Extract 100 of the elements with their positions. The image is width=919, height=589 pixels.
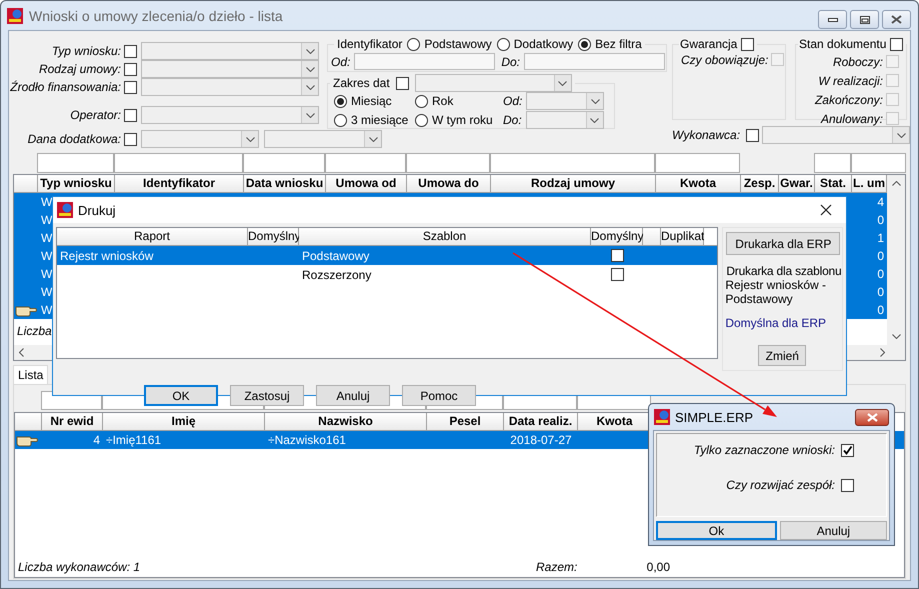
table-cell-text: 1 bbox=[877, 230, 884, 247]
button[interactable]: OK bbox=[144, 385, 218, 406]
filter-field[interactable] bbox=[114, 153, 243, 173]
chevron-icon bbox=[306, 112, 314, 118]
field-label: Do: bbox=[503, 113, 522, 127]
dialog-title: SIMPLE.ERP bbox=[675, 410, 754, 424]
table-cell-text: 0 bbox=[877, 284, 884, 301]
column-header[interactable]: Identyfikator bbox=[115, 175, 244, 193]
minimize-icon bbox=[828, 18, 838, 22]
dropdown-field[interactable] bbox=[526, 92, 604, 110]
column-header[interactable]: L. um bbox=[852, 175, 887, 193]
dropdown-field[interactable] bbox=[141, 60, 319, 78]
dropdown-field[interactable] bbox=[141, 106, 319, 124]
column-header[interactable]: Raport bbox=[57, 228, 248, 246]
dropdown-field[interactable] bbox=[762, 126, 910, 144]
filter-field[interactable] bbox=[655, 153, 740, 173]
column-header[interactable]: Umowa od bbox=[326, 175, 407, 193]
checkbox[interactable] bbox=[610, 249, 624, 262]
checkbox[interactable] bbox=[124, 44, 137, 58]
button[interactable]: Anuluj bbox=[780, 521, 887, 540]
minimize-button[interactable] bbox=[818, 10, 847, 29]
dropdown-field[interactable] bbox=[526, 111, 604, 129]
column-header[interactable]: Umowa do bbox=[407, 175, 491, 193]
column-header[interactable]: Imię bbox=[103, 413, 265, 431]
dropdown-field[interactable] bbox=[141, 42, 319, 60]
filter-field[interactable] bbox=[37, 153, 114, 173]
column-header[interactable]: Zesp. bbox=[741, 175, 779, 193]
option-label: W realizacji: bbox=[818, 74, 883, 88]
total-label: Razem: bbox=[536, 560, 578, 574]
tab[interactable]: Lista bbox=[13, 365, 48, 384]
scrollbar[interactable] bbox=[887, 175, 905, 345]
radio-button[interactable] bbox=[578, 38, 592, 50]
filter-label: Wykonawca: bbox=[672, 128, 740, 142]
radio-button[interactable] bbox=[407, 38, 420, 50]
dropdown-field[interactable] bbox=[414, 74, 572, 92]
column-header[interactable]: Data realiz. bbox=[504, 413, 578, 431]
checkbox[interactable] bbox=[841, 444, 854, 456]
filter-field[interactable] bbox=[814, 153, 851, 173]
column-header[interactable]: Domyślny bbox=[248, 228, 299, 246]
filter-field[interactable] bbox=[325, 153, 406, 173]
checkbox[interactable] bbox=[741, 38, 754, 50]
checkbox[interactable] bbox=[124, 132, 137, 146]
radio-label: 3 miesiące bbox=[351, 113, 408, 127]
button[interactable]: Drukarka dla ERP bbox=[726, 232, 840, 255]
checkbox[interactable] bbox=[746, 128, 760, 142]
button[interactable]: Pomoc bbox=[402, 385, 476, 406]
column-header[interactable]: Rodzaj umowy bbox=[491, 175, 656, 193]
radio-button[interactable] bbox=[496, 38, 510, 50]
dropdown-field[interactable] bbox=[264, 130, 382, 148]
filter-field[interactable] bbox=[243, 153, 325, 173]
column-header[interactable]: Nr ewid bbox=[42, 413, 103, 431]
filter-label: Rodzaj umowy: bbox=[38, 62, 121, 76]
table-row[interactable]: Rozszerzony bbox=[57, 265, 718, 284]
app-icon bbox=[7, 8, 23, 24]
radio-button[interactable] bbox=[415, 114, 428, 126]
button[interactable]: Zastosuj bbox=[230, 385, 304, 406]
radio-button[interactable] bbox=[334, 94, 347, 108]
option-label: Anulowany: bbox=[820, 112, 883, 126]
dropdown-field[interactable] bbox=[141, 130, 259, 148]
maximize-icon bbox=[860, 16, 870, 24]
checkbox[interactable] bbox=[890, 38, 904, 50]
button[interactable]: Anuluj bbox=[316, 385, 390, 406]
checkbox[interactable] bbox=[124, 62, 137, 76]
column-header[interactable]: Nazwisko bbox=[265, 413, 427, 431]
column-header[interactable]: Data wniosku bbox=[244, 175, 326, 193]
filter-field[interactable] bbox=[406, 153, 490, 173]
table-cell-text: 4 bbox=[93, 432, 100, 449]
column-header[interactable]: Pesel bbox=[427, 413, 504, 431]
column-header[interactable]: Typ wniosku bbox=[38, 175, 115, 193]
group-title: Zakres dat bbox=[333, 76, 390, 90]
column-header[interactable]: Szablon bbox=[299, 228, 591, 246]
column-header[interactable]: Kwota bbox=[656, 175, 741, 193]
radio-button[interactable] bbox=[415, 94, 428, 108]
checkbox[interactable] bbox=[841, 478, 854, 492]
radio-button[interactable] bbox=[334, 114, 347, 126]
filter-field[interactable] bbox=[490, 153, 655, 173]
button[interactable]: Ok bbox=[656, 521, 777, 540]
close-icon bbox=[866, 412, 878, 422]
radio-label: Rok bbox=[432, 94, 454, 108]
input-field[interactable] bbox=[524, 53, 666, 70]
table-cell-text: W bbox=[41, 302, 52, 319]
dropdown-field[interactable] bbox=[141, 78, 319, 96]
table-row[interactable]: Rejestr wniosków Podstawowy bbox=[57, 246, 718, 265]
column-header[interactable]: Gwar. bbox=[779, 175, 815, 193]
column-header[interactable]: Duplikat bbox=[661, 228, 704, 246]
column-header[interactable]: Stat. bbox=[815, 175, 852, 193]
filter-field[interactable] bbox=[851, 153, 906, 173]
checkbox[interactable] bbox=[610, 268, 624, 281]
checkbox[interactable] bbox=[124, 80, 137, 94]
maximize-button[interactable] bbox=[850, 10, 879, 29]
checkbox[interactable] bbox=[124, 108, 137, 122]
button[interactable]: Zmień bbox=[758, 345, 806, 366]
table-cell-text: 2018-07-27 bbox=[510, 432, 572, 449]
column-header[interactable]: Domyślny bbox=[591, 228, 643, 246]
chevron-icon bbox=[246, 136, 254, 142]
checkbox[interactable] bbox=[396, 76, 409, 90]
close-button[interactable] bbox=[882, 10, 911, 29]
close-button[interactable] bbox=[855, 408, 889, 426]
input-field[interactable] bbox=[354, 53, 496, 70]
option-label: Czy rozwijać zespół: bbox=[726, 478, 835, 492]
